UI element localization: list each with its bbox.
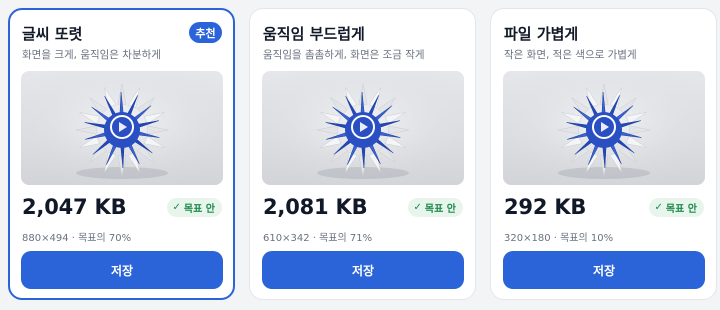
recommended-badge: 추천 bbox=[189, 22, 222, 43]
option-description: 움직임을 촘촘하게, 화면은 조금 작게 bbox=[263, 49, 425, 61]
option-card-light-file[interactable]: 파일 가볍게 작은 화면, 적은 색으로 가볍게 292 KB ✓ 목표 안 3… bbox=[490, 8, 717, 300]
preview-thumbnail bbox=[21, 71, 223, 185]
option-card-sharp-text[interactable]: 글씨 또렷 추천 화면을 크게, 움직임은 차분하게 2,047 KB ✓ 목표… bbox=[8, 8, 235, 300]
check-icon: ✓ bbox=[172, 202, 181, 213]
option-title: 글씨 또렷 bbox=[22, 25, 83, 43]
option-card-smooth-motion[interactable]: 움직임 부드럽게 움직임을 촘촘하게, 화면은 조금 작게 2,081 KB ✓… bbox=[249, 8, 476, 300]
resolution-info: 320×180 · 목표의 10% bbox=[504, 233, 614, 244]
save-button[interactable]: 저장 bbox=[262, 251, 464, 289]
check-icon: ✓ bbox=[654, 202, 663, 213]
resolution-info: 610×342 · 목표의 71% bbox=[263, 233, 373, 244]
save-button[interactable]: 저장 bbox=[21, 251, 223, 289]
status-badge: ✓ 목표 안 bbox=[407, 198, 463, 217]
save-button[interactable]: 저장 bbox=[503, 251, 705, 289]
status-label: 목표 안 bbox=[665, 204, 697, 215]
video-preview[interactable] bbox=[21, 71, 223, 185]
video-preview[interactable] bbox=[503, 71, 705, 185]
option-title: 움직임 부드럽게 bbox=[263, 25, 365, 43]
preview-thumbnail bbox=[262, 71, 464, 185]
status-badge: ✓ 목표 안 bbox=[648, 198, 704, 217]
video-preview[interactable] bbox=[262, 71, 464, 185]
file-size: 2,047 KB bbox=[22, 195, 127, 219]
file-size: 292 KB bbox=[504, 195, 587, 219]
check-icon: ✓ bbox=[413, 202, 422, 213]
file-size: 2,081 KB bbox=[263, 195, 368, 219]
status-label: 목표 안 bbox=[183, 204, 215, 215]
resolution-info: 880×494 · 목표의 70% bbox=[22, 233, 132, 244]
export-options: 글씨 또렷 추천 화면을 크게, 움직임은 차분하게 2,047 KB ✓ 목표… bbox=[8, 8, 717, 300]
status-badge: ✓ 목표 안 bbox=[166, 198, 222, 217]
option-description: 화면을 크게, 움직임은 차분하게 bbox=[22, 49, 161, 61]
option-title: 파일 가볍게 bbox=[504, 25, 579, 43]
preview-thumbnail bbox=[503, 71, 705, 185]
status-label: 목표 안 bbox=[424, 204, 456, 215]
option-description: 작은 화면, 적은 색으로 가볍게 bbox=[504, 49, 637, 61]
